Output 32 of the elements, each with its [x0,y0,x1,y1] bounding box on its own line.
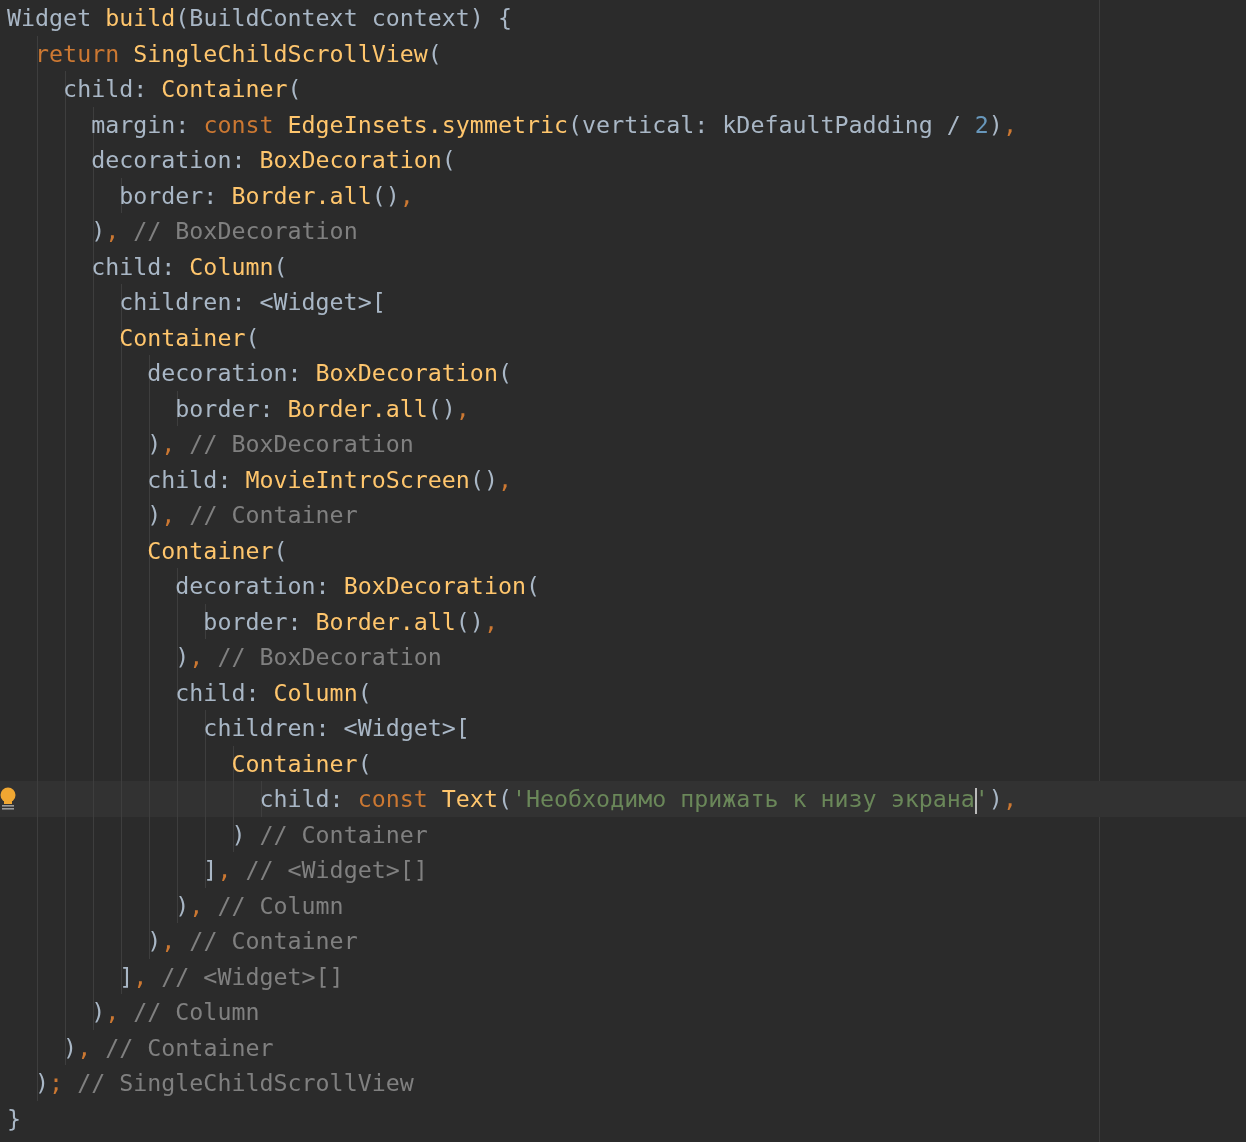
code-line: border: Border.all(), [202,606,498,637]
code-line: Container( [230,748,372,779]
code-line: Container( [118,322,260,353]
code-line: ], // <Widget>[] [202,855,428,885]
code-line: ), // Column [174,890,344,921]
code-line: return SingleChildScrollView( [34,38,442,69]
code-line: child: MovieIntroScreen(), [146,464,512,495]
code-line: margin: const EdgeInsets.symmetric(vertical: kDefaultPadding / 2), [90,109,1017,140]
code-line: ), // BoxDecoration [90,216,358,246]
code-line: child: Container( [62,74,302,104]
code-line: ), // Column [90,997,260,1027]
code-line: child: Column( [174,677,372,708]
code-line: children: <Widget>[ [118,287,386,317]
code-line: ) // Container [230,819,428,850]
code-line: ), // BoxDecoration [174,642,442,672]
code-line: ); // SingleChildScrollView [34,1068,414,1098]
code-line: decoration: BoxDecoration( [174,571,540,601]
code-line: decoration: BoxDecoration( [146,358,512,388]
code-line: ), // Container [146,500,358,530]
code-line: ), // Container [146,926,358,956]
code-line: border: Border.all(), [174,393,470,424]
code-line: Container( [146,535,288,566]
code-line: Widget build(BuildContext context) { [7,3,512,33]
code-line: } [7,1103,22,1134]
code-line: child: Column( [90,251,288,282]
code-line: border: Border.all(), [118,180,414,211]
lightbulb-icon[interactable] [0,787,18,811]
code-line: children: <Widget>[ [202,713,470,743]
code-line: ], // <Widget>[] [118,961,344,992]
code-line: ), // Container [62,1032,274,1063]
code-line: decoration: BoxDecoration( [90,145,456,175]
code-line: ), // BoxDecoration [146,429,414,459]
